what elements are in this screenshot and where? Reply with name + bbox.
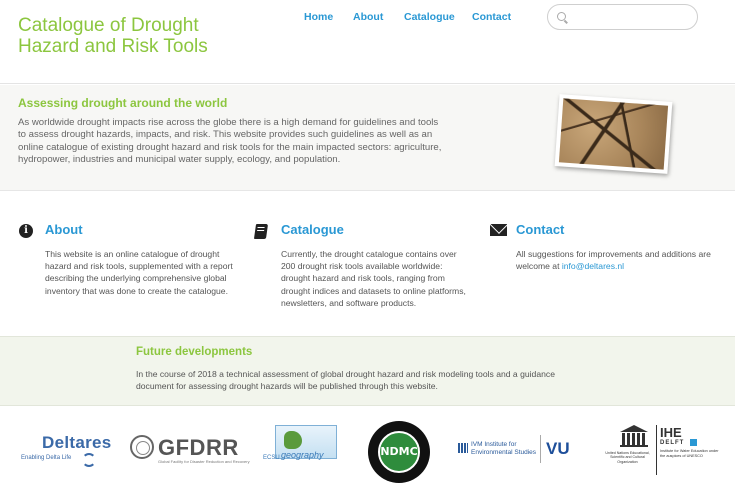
unesco-ihe-logo[interactable]: United Nations Educational, Scientific a… xyxy=(600,425,728,483)
contact-title[interactable]: Contact xyxy=(516,222,564,237)
temple-icon xyxy=(620,425,648,447)
delft-name: DELFT xyxy=(660,440,685,446)
about-title[interactable]: About xyxy=(45,222,83,237)
nav-home[interactable]: Home xyxy=(304,11,333,23)
ecsu-prefix: ECSU xyxy=(263,455,280,461)
ecsu-name: geography xyxy=(281,450,324,460)
logo-divider xyxy=(540,435,541,463)
unesco-org: United Nations Educational, Scientific a… xyxy=(605,451,650,464)
nav-catalogue[interactable]: Catalogue xyxy=(404,11,455,23)
search-icon[interactable] xyxy=(557,12,566,21)
search-box[interactable] xyxy=(547,4,698,30)
deltares-name: Deltares xyxy=(42,433,112,452)
book-icon xyxy=(253,224,269,239)
ivm-line1: IVM Institute for xyxy=(471,441,517,448)
gfdrr-name: GFDRR xyxy=(158,435,239,460)
wave-icon xyxy=(82,453,96,467)
site-header: Catalogue of Drought Hazard and Risk Too… xyxy=(0,0,735,84)
logo-divider xyxy=(656,425,657,475)
search-input[interactable] xyxy=(572,8,692,26)
intro-heading: Assessing drought around the world xyxy=(18,96,228,110)
cracked-earth-photo xyxy=(554,94,673,174)
ivm-line2: Environmental Studies xyxy=(471,449,537,456)
ivm-bars-icon xyxy=(458,443,468,453)
nav-contact[interactable]: Contact xyxy=(472,11,511,23)
ecsu-geography-logo[interactable]: ECSU geography xyxy=(263,425,341,467)
ihe-institute: Institute for Water Education under the … xyxy=(660,449,719,458)
deltares-tagline: Enabling Delta Life xyxy=(21,455,72,461)
catalogue-text: Currently, the drought catalogue contain… xyxy=(281,249,466,308)
site-title[interactable]: Catalogue of Drought Hazard and Risk Too… xyxy=(18,15,258,57)
intro-text: As worldwide drought impacts rise across… xyxy=(18,117,442,166)
vu-name: VU xyxy=(546,439,570,458)
globe-icon xyxy=(130,435,154,459)
nav-about[interactable]: About xyxy=(353,11,383,23)
blue-square-icon xyxy=(690,439,697,446)
contact-email-link[interactable]: info@deltares.nl xyxy=(562,261,624,271)
about-text: This website is an online catalogue of d… xyxy=(45,249,233,296)
partner-logos: Deltares Enabling Delta Life GFDRR Globa… xyxy=(0,407,735,494)
future-section: Future developments In the course of 201… xyxy=(0,336,735,406)
ndmc-logo[interactable]: NDMC xyxy=(368,421,430,483)
future-text: In the course of 2018 a technical assess… xyxy=(136,369,555,392)
contact-text: All suggestions for improvements and add… xyxy=(516,248,731,272)
future-heading: Future developments xyxy=(136,346,253,358)
ihe-name: IHE xyxy=(660,425,682,440)
gfdrr-tagline: Global Facility for Disaster Reduction a… xyxy=(158,459,250,464)
info-icon: i xyxy=(19,224,33,238)
ndmc-name: NDMC xyxy=(380,445,418,458)
envelope-icon xyxy=(490,224,507,236)
catalogue-title[interactable]: Catalogue xyxy=(281,222,344,237)
